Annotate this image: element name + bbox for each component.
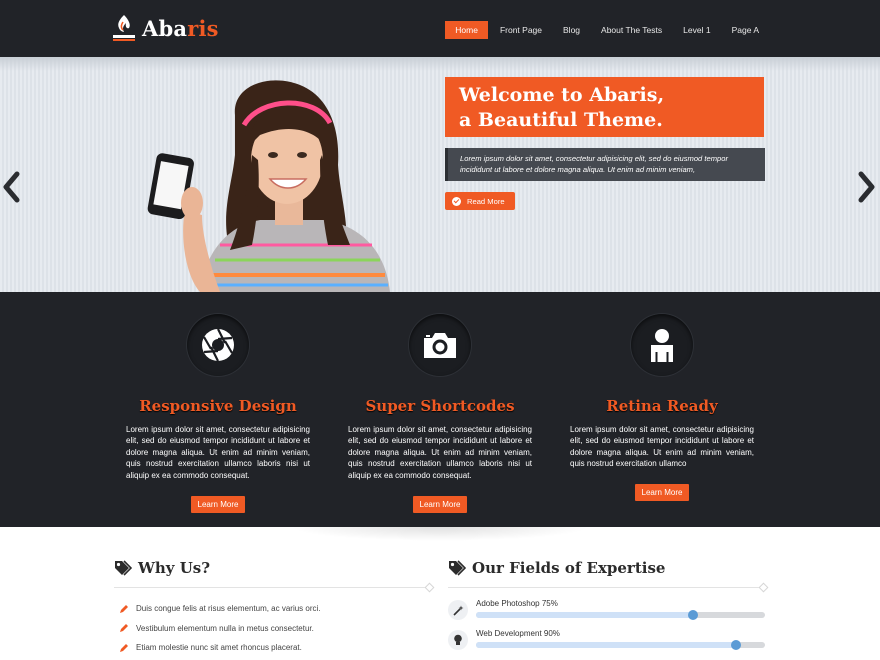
feature-text: Lorem ipsum dolor sit amet, consectetur … xyxy=(570,425,754,469)
why-us-section: Why Us? Duis congue felis at risus eleme… xyxy=(114,556,435,658)
nav-item-blog[interactable]: Blog xyxy=(554,21,589,39)
section-divider xyxy=(114,582,435,593)
skill-progress-bar xyxy=(476,610,765,620)
section-shadow xyxy=(290,527,590,541)
learn-more-button[interactable]: Learn More xyxy=(634,484,690,501)
pencil-icon xyxy=(120,643,128,652)
camera-icon xyxy=(409,314,471,376)
why-us-title: Why Us? xyxy=(138,559,211,577)
nav-item-about-the-tests[interactable]: About The Tests xyxy=(592,21,671,39)
skill-web-development: Web Development 90% xyxy=(448,629,766,650)
expertise-section: Our Fields of Expertise Adobe Photoshop … xyxy=(448,556,769,650)
read-more-button[interactable]: Read More xyxy=(445,192,515,210)
learn-more-button[interactable]: Learn More xyxy=(412,496,468,513)
feature-text: Lorem ipsum dolor sit amet, consectetur … xyxy=(126,425,310,480)
tags-icon xyxy=(115,560,132,576)
hero-top-shadow xyxy=(0,57,880,71)
hero-person-image xyxy=(147,80,390,292)
nav-item-page-a[interactable]: Page A xyxy=(723,21,768,39)
list-item: Etiam molestie nunc sit amet rhoncus pla… xyxy=(114,638,432,658)
pencil-icon xyxy=(120,604,128,613)
feature-responsive-design: Responsive Design Lorem ipsum dolor sit … xyxy=(126,292,310,513)
learn-more-button[interactable]: Learn More xyxy=(190,496,246,513)
skill-label: Adobe Photoshop 75% xyxy=(476,599,558,608)
lightbulb-icon xyxy=(448,630,468,650)
site-header: Abaris Home Front Page Blog About The Te… xyxy=(0,0,880,57)
chevron-left-icon[interactable] xyxy=(0,170,22,204)
nav-item-front-page[interactable]: Front Page xyxy=(491,21,551,39)
logo-wordmark: Abaris xyxy=(142,15,219,41)
feature-title: Responsive Design xyxy=(139,397,297,415)
feature-title: Super Shortcodes xyxy=(365,397,515,415)
skill-progress-knob xyxy=(731,640,742,650)
hero-description: Lorem ipsum dolor sit amet, consectetur … xyxy=(445,148,765,181)
aperture-icon xyxy=(187,314,249,376)
list-item: Vestibulum elementum nulla in metus cons… xyxy=(114,619,432,639)
main-nav: Home Front Page Blog About The Tests Lev… xyxy=(442,21,768,39)
feature-retina-ready: Retina Ready Lorem ipsum dolor sit amet,… xyxy=(570,292,754,501)
pencil-icon xyxy=(120,624,128,633)
feature-super-shortcodes: Super Shortcodes Lorem ipsum dolor sit a… xyxy=(348,292,532,513)
skill-progress-fill xyxy=(476,642,737,648)
feature-text: Lorem ipsum dolor sit amet, consectetur … xyxy=(348,425,532,480)
check-circle-icon xyxy=(452,196,461,206)
nav-item-level-1[interactable]: Level 1 xyxy=(674,21,719,39)
features-section: Responsive Design Lorem ipsum dolor sit … xyxy=(0,292,880,527)
chevron-right-icon[interactable] xyxy=(856,170,878,204)
nav-item-home[interactable]: Home xyxy=(445,21,488,39)
hero-title: Welcome to Abaris, a Beautiful Theme. xyxy=(445,77,764,137)
skill-progress-bar xyxy=(476,640,765,650)
skill-progress-knob xyxy=(687,610,698,620)
tags-icon xyxy=(449,560,466,576)
skill-progress-fill xyxy=(476,612,693,618)
why-us-list: Duis congue felis at risus elementum, ac… xyxy=(114,599,432,658)
feature-title: Retina Ready xyxy=(606,397,718,415)
user-icon xyxy=(631,314,693,376)
list-item: Duis congue felis at risus elementum, ac… xyxy=(114,599,432,619)
section-divider xyxy=(448,582,769,593)
magic-wand-icon xyxy=(448,600,468,620)
expertise-title: Our Fields of Expertise xyxy=(472,559,666,577)
skill-label: Web Development 90% xyxy=(476,629,560,638)
site-logo[interactable]: Abaris xyxy=(112,13,219,43)
hero-slider: Welcome to Abaris, a Beautiful Theme. Lo… xyxy=(0,57,880,292)
flame-logo-icon xyxy=(113,15,135,41)
skill-photoshop: Adobe Photoshop 75% xyxy=(448,599,766,620)
